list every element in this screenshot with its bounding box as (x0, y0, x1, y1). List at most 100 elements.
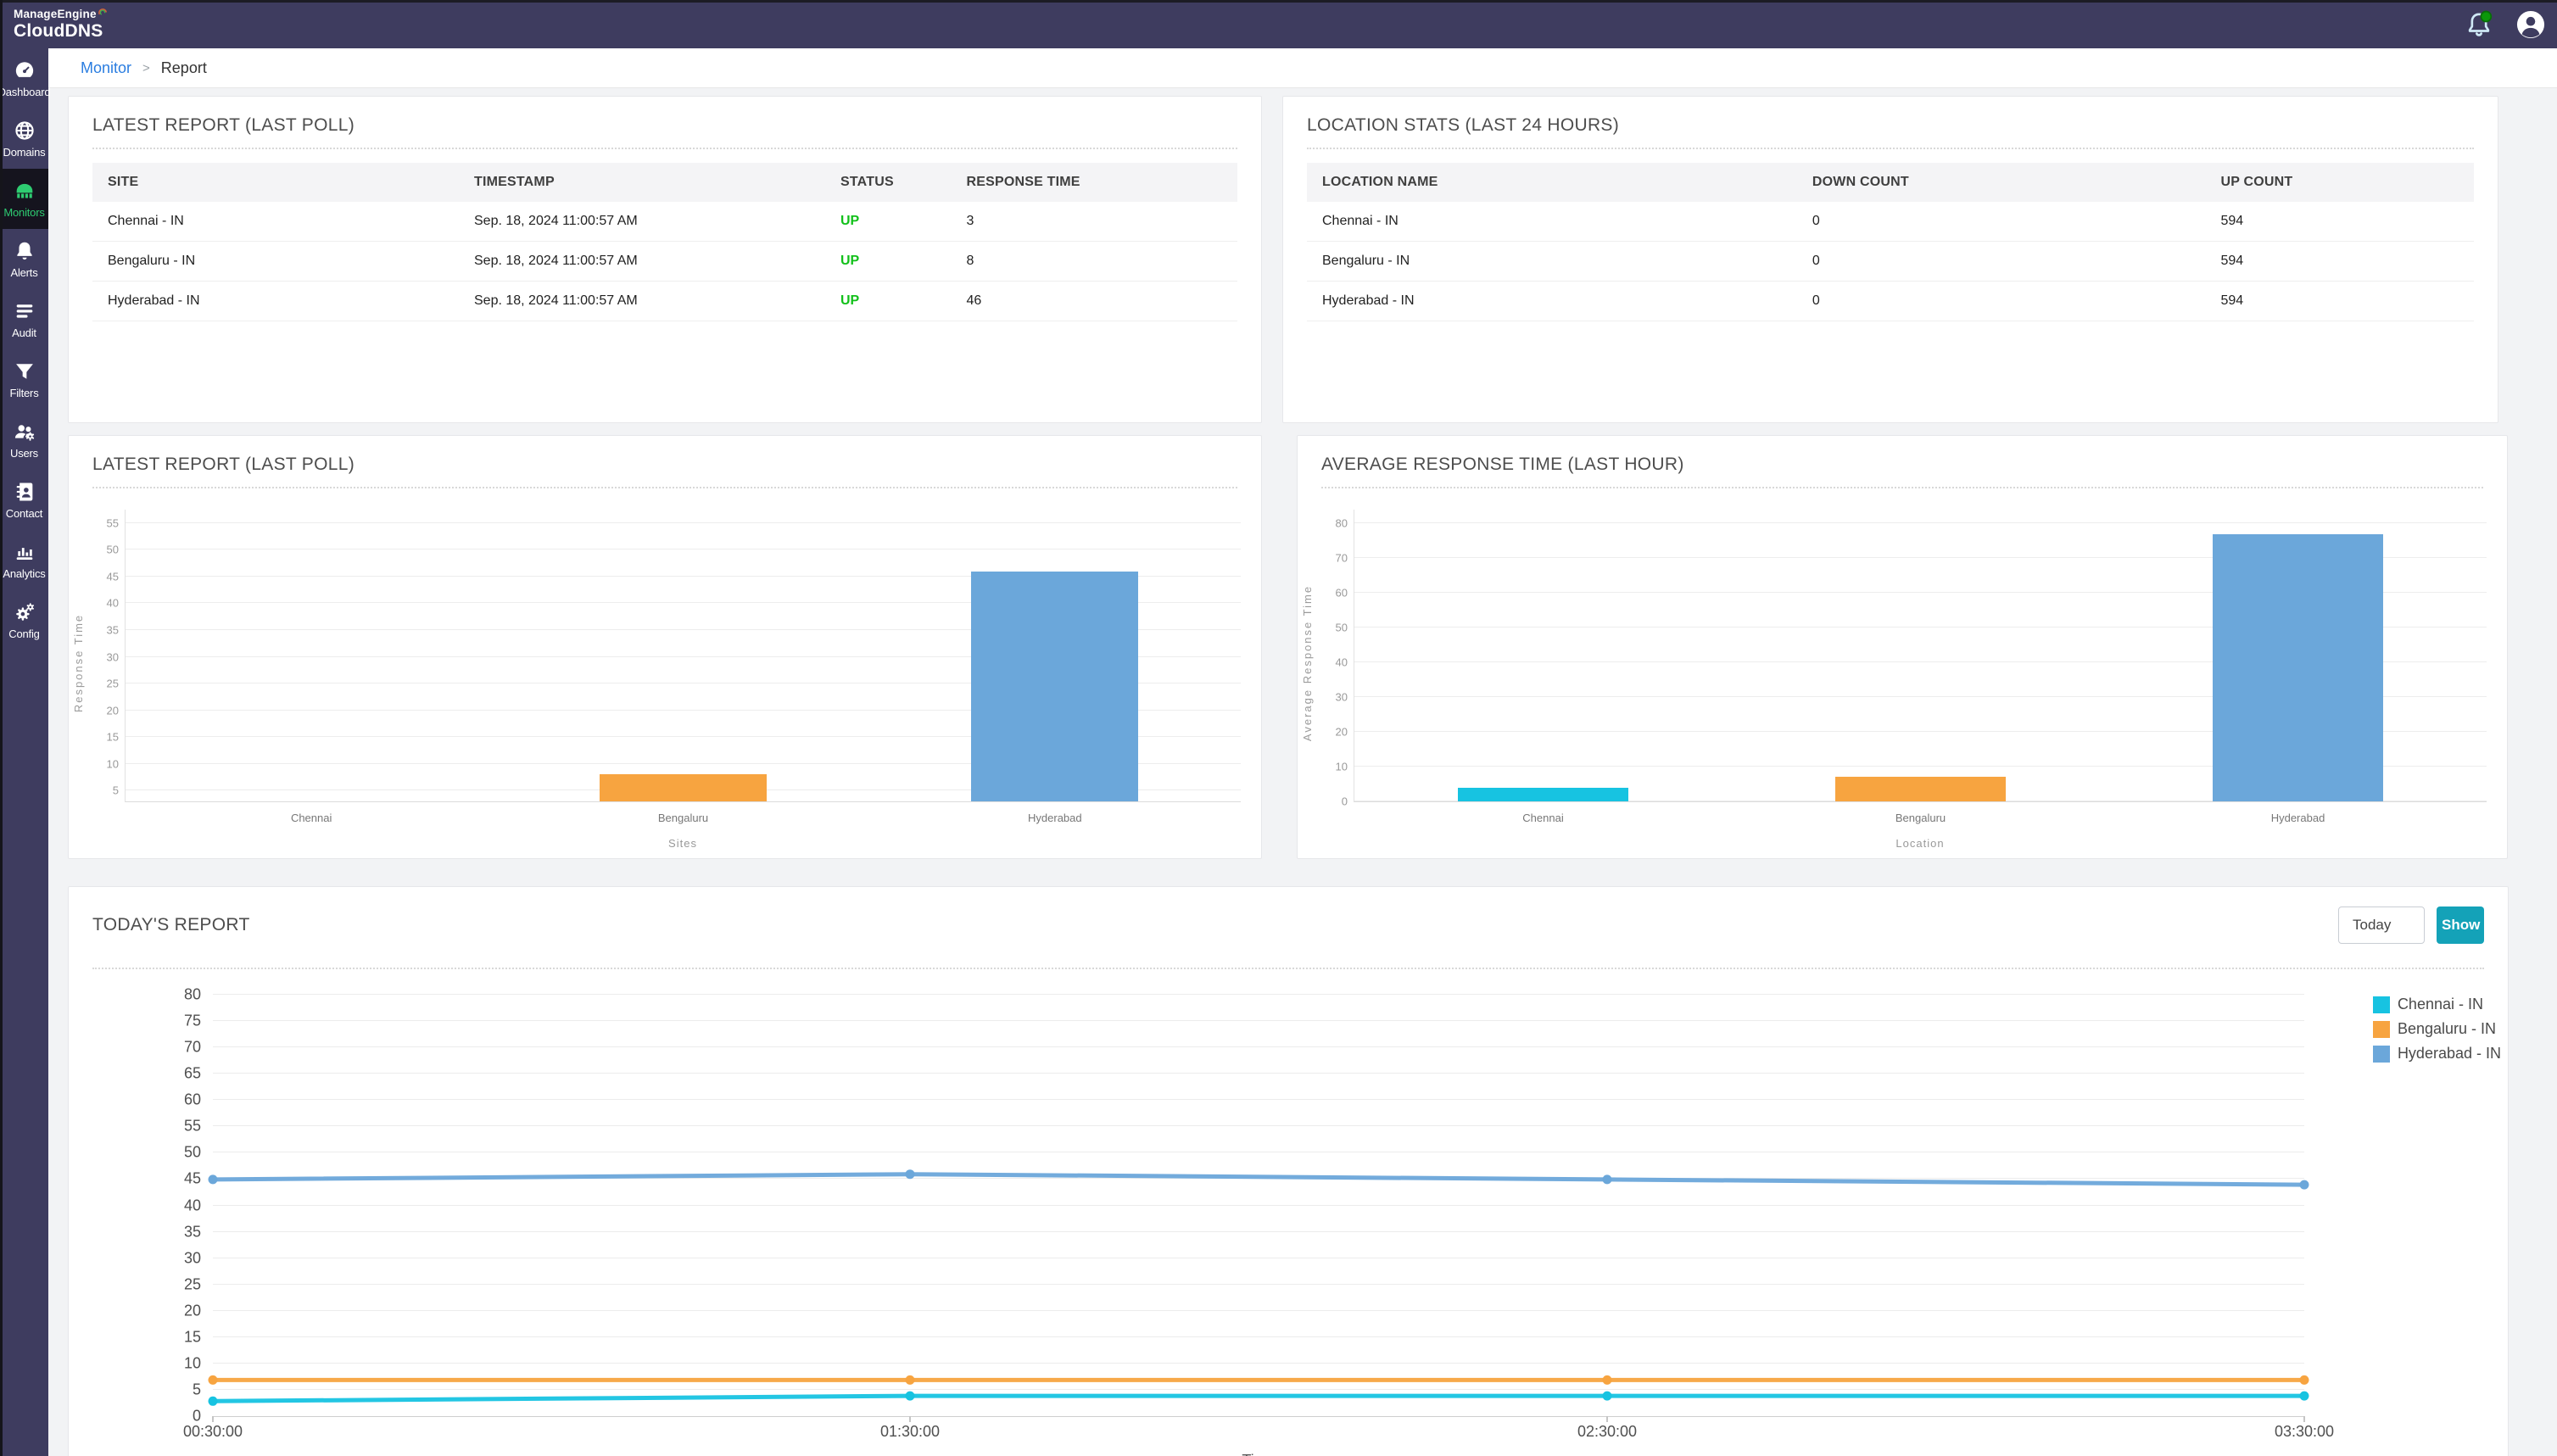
bar-bengaluru (600, 774, 767, 801)
y-tick-label: 55 (107, 516, 119, 529)
brand-line2: CloudDNS (14, 22, 108, 40)
card-title: LOCATION STATS (LAST 24 HOURS) (1307, 115, 1619, 136)
sidebar-item-filters[interactable]: Filters (0, 349, 48, 410)
y-tick-label: 5 (113, 784, 119, 797)
gridline (1354, 522, 2487, 523)
x-category-label: Bengaluru (658, 812, 708, 824)
bar-hyderabad (2213, 534, 2382, 801)
table-cell: Hyderabad - IN (92, 282, 459, 321)
x-category-label: Chennai (1522, 812, 1563, 824)
table-cell: 594 (2206, 202, 2474, 241)
y-tick-label: 30 (107, 650, 119, 663)
todays-report-header: TODAY'S REPORT Show (92, 904, 2484, 946)
average-response-chart-card: AVERAGE RESPONSE TIME (LAST HOUR) Averag… (1297, 435, 2508, 859)
gridline (126, 522, 1241, 523)
table-cell: Bengaluru - IN (92, 242, 459, 281)
table-row: Bengaluru - INSep. 18, 2024 11:00:57 AMU… (92, 242, 1237, 282)
table-cell: 3 (952, 202, 1238, 241)
page-title: Report (161, 59, 207, 77)
divider (92, 148, 1237, 149)
y-tick-label: 50 (184, 1144, 201, 1162)
y-tick-label: 80 (1336, 517, 1348, 530)
breadcrumb: Monitor > Report (48, 48, 2557, 88)
notifications-button[interactable] (2462, 8, 2496, 42)
table-cell: 0 (1797, 282, 2206, 321)
sidebar-item-label: Users (10, 447, 38, 460)
bar-bengaluru (1835, 777, 2005, 801)
y-tick-label: 35 (184, 1223, 201, 1241)
table-cell: 594 (2206, 282, 2474, 321)
y-tick-label: 15 (184, 1328, 201, 1346)
window-top-edge (0, 0, 2557, 3)
card-title: LATEST REPORT (LAST POLL) (92, 455, 355, 475)
card-title: LATEST REPORT (LAST POLL) (92, 115, 355, 136)
legend-label: Chennai - IN (2398, 996, 2483, 1013)
sidebar-item-contact[interactable]: Contact (0, 470, 48, 530)
y-tick-label: 5 (193, 1381, 201, 1398)
sidebar-item-label: Monitors (3, 206, 44, 219)
show-button[interactable]: Show (2437, 907, 2484, 944)
divider (1307, 148, 2474, 149)
sidebar-item-label: Audit (12, 326, 36, 339)
table-cell: Bengaluru - IN (1307, 242, 1797, 281)
brand-swoosh-icon (98, 6, 108, 19)
column-header: STATUS (825, 163, 952, 202)
table-header-row: LOCATION NAMEDOWN COUNTUP COUNT (1307, 163, 2474, 202)
sidebar-item-analytics[interactable]: Analytics (0, 530, 48, 590)
y-tick-label: 40 (184, 1197, 201, 1214)
column-header: SITE (92, 163, 459, 202)
column-header: UP COUNT (2206, 163, 2474, 202)
x-tick-mark (2303, 1416, 2305, 1422)
breadcrumb-monitor-link[interactable]: Monitor (81, 59, 131, 77)
legend-item-hyderabad[interactable]: Hyderabad - IN (2373, 1041, 2501, 1066)
sidebar-item-monitors[interactable]: Monitors (0, 169, 48, 229)
sidebar-item-alerts[interactable]: Alerts (0, 229, 48, 289)
latest-report-chart-card: LATEST REPORT (LAST POLL) Response Time … (68, 435, 1262, 859)
analytics-icon (13, 540, 36, 564)
sidebar: DashboardDomains Monitors Alerts Audit Filte… (0, 48, 48, 1456)
date-range-input[interactable] (2338, 907, 2425, 944)
alerts-icon (13, 239, 36, 263)
window-left-edge (0, 0, 3, 1456)
status-badge: UP (825, 282, 952, 321)
table-body: Chennai - IN0594Bengaluru - IN0594Hydera… (1307, 202, 2474, 321)
x-tick-mark (1606, 1416, 1608, 1422)
y-tick-label: 45 (184, 1170, 201, 1188)
y-tick-label: 50 (107, 544, 119, 556)
sidebar-item-label: Contact (6, 507, 42, 520)
sidebar-item-audit[interactable]: Audit (0, 289, 48, 349)
table-header-row: SITETIMESTAMPSTATUSRESPONSE TIME (92, 163, 1237, 202)
y-axis-label: Response Time (72, 614, 85, 712)
legend-item-chennai[interactable]: Chennai - IN (2373, 992, 2501, 1017)
sidebar-item-domains[interactable]: Domains (0, 109, 48, 169)
x-category-label: Hyderabad (1028, 812, 1082, 824)
table-cell: 594 (2206, 242, 2474, 281)
config-icon (13, 600, 36, 624)
sidebar-item-config[interactable]: Config (0, 590, 48, 650)
user-avatar[interactable] (2516, 10, 2545, 39)
sidebar-item-dashboard[interactable]: Dashboard (0, 48, 48, 109)
sidebar-item-label: Analytics (3, 567, 45, 580)
sidebar-item-users[interactable]: Users (0, 410, 48, 470)
x-category-label: Bengaluru (1895, 812, 1946, 824)
brand-logo: ManageEngine CloudDNS (14, 8, 108, 41)
sidebar-item-label: Filters (10, 387, 39, 399)
y-tick-label: 10 (107, 757, 119, 770)
topbar: ManageEngine CloudDNS (0, 0, 2557, 48)
contact-icon (13, 480, 36, 504)
column-header: TIMESTAMP (459, 163, 825, 202)
legend-item-bengaluru[interactable]: Bengaluru - IN (2373, 1017, 2501, 1041)
sidebar-item-label: Config (8, 628, 39, 640)
line-series-canvas (213, 995, 2304, 1417)
y-tick-label: 60 (1336, 587, 1348, 600)
table-row: Chennai - INSep. 18, 2024 11:00:57 AMUP3 (92, 202, 1237, 242)
y-tick-label: 50 (1336, 622, 1348, 634)
divider (92, 487, 1237, 488)
x-axis-label: Time (213, 1452, 2304, 1456)
legend-label: Hyderabad - IN (2398, 1045, 2501, 1063)
latest-report-table: SITETIMESTAMPSTATUSRESPONSE TIME Chennai… (92, 163, 1237, 321)
status-badge: UP (825, 202, 952, 241)
column-header: DOWN COUNT (1797, 163, 2206, 202)
y-tick-label: 25 (184, 1275, 201, 1293)
filters-icon (13, 360, 36, 383)
